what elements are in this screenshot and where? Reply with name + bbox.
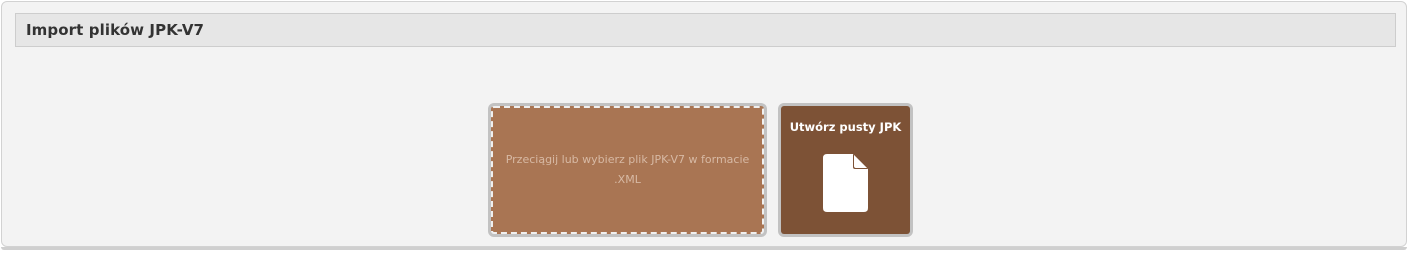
create-empty-label: Utwórz pusty JPK: [789, 120, 902, 134]
create-empty-jpk-button[interactable]: Utwórz pusty JPK: [781, 106, 910, 234]
file-icon: [823, 154, 868, 212]
panel-header: Import plików JPK-V7: [15, 13, 1396, 47]
file-dropzone[interactable]: Przeciągij lub wybierz plik JPK-V7 w for…: [491, 106, 764, 234]
panel-title: Import plików JPK-V7: [26, 21, 205, 39]
dropzone-text: Przeciągij lub wybierz plik JPK-V7 w for…: [505, 153, 750, 186]
dropzone-frame: Przeciągij lub wybierz plik JPK-V7 w for…: [488, 103, 767, 237]
panel-bottom-edge: [1, 247, 1407, 250]
create-empty-frame: Utwórz pusty JPK: [778, 103, 913, 237]
